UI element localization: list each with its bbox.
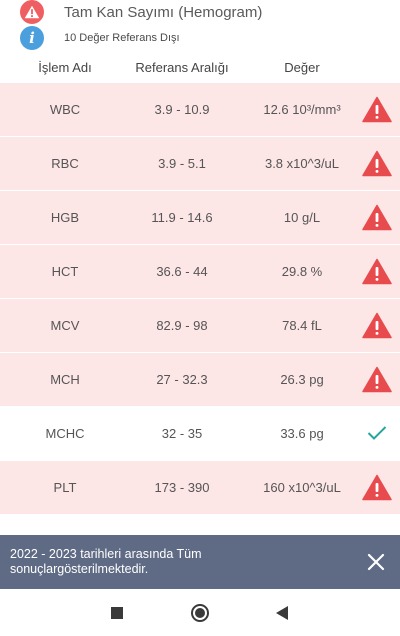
warning-triangle-icon (362, 204, 392, 231)
warning-triangle-icon (362, 312, 392, 339)
warning-triangle-icon (362, 366, 392, 393)
test-name: WBC (49, 101, 81, 117)
table-row[interactable]: MCV 82.9 - 98 78.4 fL (0, 299, 400, 352)
column-header-name: İşlem Adı (38, 59, 92, 75)
table-row[interactable]: MCHC 32 - 35 33.6 pg (0, 407, 400, 460)
date-range-snackbar: 2022 - 2023 tarihleri arasında Tüm sonuç… (0, 535, 400, 589)
reference-range: 82.9 - 98 (156, 317, 208, 333)
warning-triangle-icon (362, 258, 392, 285)
report-header: Tam Kan Sayımı (Hemogram) i 10 Değer Ref… (0, 0, 400, 52)
reference-range: 27 - 32.3 (156, 371, 208, 387)
test-value: 10 g/L (283, 209, 321, 225)
reference-range: 32 - 35 (161, 425, 203, 441)
close-icon[interactable] (366, 552, 386, 572)
test-name: HGB (50, 209, 80, 225)
reference-range: 3.9 - 10.9 (154, 101, 210, 117)
recent-apps-button[interactable] (106, 602, 128, 624)
warning-triangle-icon (362, 96, 392, 123)
test-value: 3.8 x10^3/uL (264, 155, 340, 171)
test-value: 78.4 fL (282, 317, 322, 333)
reference-range: 36.6 - 44 (156, 263, 208, 279)
test-name: MCHC (45, 425, 85, 441)
reference-range: 11.9 - 14.6 (151, 209, 213, 225)
table-row[interactable]: HGB 11.9 - 14.6 10 g/L (0, 191, 400, 244)
home-button[interactable] (189, 602, 211, 624)
test-name: RBC (51, 155, 79, 171)
table-header: İşlem Adı Referans Aralığı Değer (0, 52, 400, 82)
system-nav-bar (0, 589, 400, 636)
test-value: 29.8 % (281, 263, 323, 279)
header-title-row: Tam Kan Sayımı (Hemogram) (20, 0, 262, 24)
snackbar-message: 2022 - 2023 tarihleri arasında Tüm sonuç… (10, 547, 202, 576)
test-value: 33.6 pg (280, 425, 324, 441)
table-row[interactable]: PCT0.18 - 0.390.2 % (0, 515, 400, 533)
test-name: PLT (53, 479, 77, 495)
test-value: 26.3 pg (280, 371, 324, 387)
table-row[interactable]: MCH 27 - 32.3 26.3 pg (0, 353, 400, 406)
table-row[interactable]: WBC 3.9 - 10.9 12.6 10³/mm³ (0, 83, 400, 136)
checkmark-icon (362, 425, 392, 441)
reference-range: 3.9 - 5.1 (158, 155, 206, 171)
test-name: MCV (50, 317, 80, 333)
test-value: 160 x10^3/uL (263, 479, 341, 495)
column-header-range: Referans Aralığı (135, 59, 229, 75)
table-row[interactable]: PLT 173 - 390 160 x10^3/uL (0, 461, 400, 514)
warning-triangle-icon (362, 150, 392, 177)
out-of-range-count: 10 Değer Referans Dışı (64, 32, 180, 44)
test-value: 12.6 10³/mm³ (263, 101, 341, 117)
header-subtitle-row: i 10 Değer Referans Dışı (20, 26, 180, 50)
table-row[interactable]: HCT 36.6 - 44 29.8 % (0, 245, 400, 298)
warning-triangle-icon (362, 474, 392, 501)
page-title: Tam Kan Sayımı (Hemogram) (64, 3, 263, 21)
column-header-value: Değer (284, 59, 320, 75)
warning-icon (20, 0, 44, 24)
back-button[interactable] (271, 602, 293, 624)
table-row[interactable]: RBC 3.9 - 5.1 3.8 x10^3/uL (0, 137, 400, 190)
results-table: WBC 3.9 - 10.9 12.6 10³/mm³ RBC 3.9 - 5.1 3.8… (0, 83, 400, 533)
reference-range: 173 - 390 (154, 479, 210, 495)
info-icon: i (20, 26, 44, 50)
test-name: HCT (51, 263, 79, 279)
test-name: MCH (50, 371, 80, 387)
